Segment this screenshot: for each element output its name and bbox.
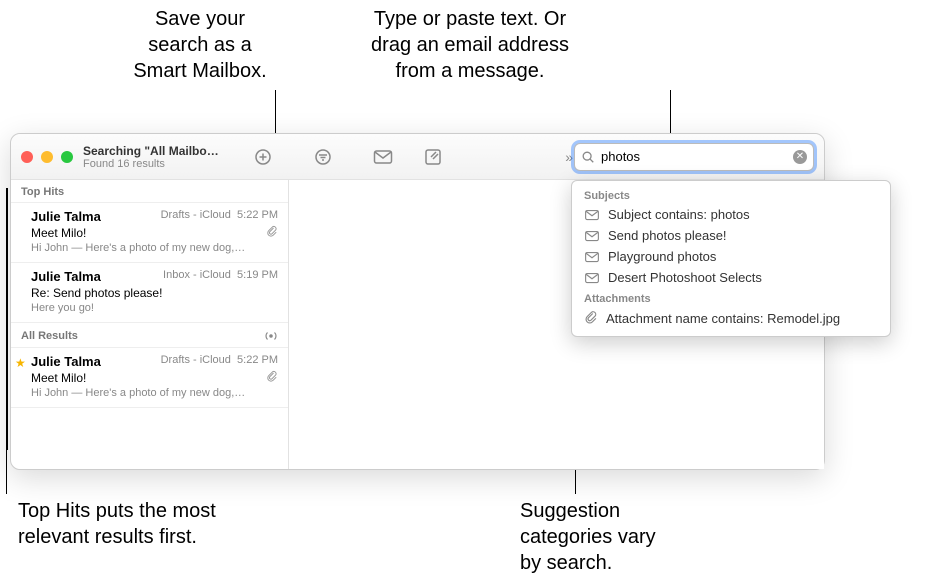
suggestions-header-subjects: Subjects [572, 185, 890, 204]
preview: Hi John — Here's a photo of my new dog,… [31, 387, 278, 399]
close-window-button[interactable] [21, 151, 33, 163]
callout-smart-mailbox: Save your search as a Smart Mailbox. [100, 6, 300, 84]
compose-button[interactable] [419, 143, 447, 171]
section-label: Top Hits [21, 186, 64, 198]
meta: Drafts - iCloud 5:22 PM [161, 354, 278, 369]
suggestion-text: Send photos please! [608, 228, 727, 243]
titlebar: Searching "All Mailbo… Found 16 results … [11, 134, 824, 180]
suggestion-text: Attachment name contains: Remodel.jpg [606, 311, 840, 326]
list-item[interactable]: Julie Talma Inbox - iCloud 5:19 PM Re: S… [11, 263, 288, 323]
window-title-group: Searching "All Mailbo… Found 16 results [83, 144, 243, 170]
list-item[interactable]: Julie Talma Drafts - iCloud 5:22 PM Meet… [11, 203, 288, 263]
sender: Julie Talma [31, 269, 101, 284]
traffic-lights [21, 151, 73, 163]
meta: Inbox - iCloud 5:19 PM [163, 269, 278, 284]
star-icon: ★ [15, 356, 26, 370]
search-suggestions-popup: Subjects Subject contains: photos Send p… [571, 180, 891, 337]
callout-bracket [6, 188, 8, 450]
minimize-window-button[interactable] [41, 151, 53, 163]
callout-suggestion-categories: Suggestion categories vary by search. [520, 498, 720, 576]
new-message-icon[interactable] [369, 143, 397, 171]
window-title: Searching "All Mailbo… [83, 144, 243, 158]
search-input[interactable] [595, 149, 793, 164]
clear-search-button[interactable]: ✕ [793, 150, 807, 164]
section-top-hits: Top Hits [11, 180, 288, 203]
suggestion-item[interactable]: Attachment name contains: Remodel.jpg [572, 307, 890, 330]
search-field[interactable]: ✕ [574, 143, 814, 171]
search-icon [581, 150, 595, 164]
suggestion-item[interactable]: Send photos please! [572, 225, 890, 246]
window-subtitle: Found 16 results [83, 158, 243, 170]
mail-icon [584, 230, 600, 242]
preview: Here you go! [31, 302, 278, 314]
subject: Re: Send photos please! [31, 286, 162, 300]
filter-button[interactable] [309, 143, 337, 171]
callout-line [6, 450, 7, 494]
subject: Meet Milo! [31, 371, 86, 385]
section-all-results: All Results [11, 323, 288, 348]
callout-top-hits: Top Hits puts the most relevant results … [18, 498, 278, 550]
attachment-icon [266, 370, 278, 385]
message-list-pane: Top Hits Julie Talma Drafts - iCloud 5:2… [11, 180, 289, 469]
suggestion-item[interactable]: Playground photos [572, 246, 890, 267]
attachment-icon [266, 225, 278, 240]
suggestion-text: Playground photos [608, 249, 716, 264]
mail-window: Searching "All Mailbo… Found 16 results … [10, 133, 825, 470]
list-item[interactable]: ★ Julie Talma Drafts - iCloud 5:22 PM Me… [11, 348, 288, 408]
suggestions-header-attachments: Attachments [572, 288, 890, 307]
sender: Julie Talma [31, 354, 101, 369]
suggestion-text: Subject contains: photos [608, 207, 750, 222]
mail-icon [584, 272, 600, 284]
suggestion-text: Desert Photoshoot Selects [608, 270, 762, 285]
zoom-window-button[interactable] [61, 151, 73, 163]
preview: Hi John — Here's a photo of my new dog,… [31, 242, 278, 254]
section-label: All Results [21, 330, 78, 342]
attachment-icon [584, 310, 598, 327]
suggestion-item[interactable]: Desert Photoshoot Selects [572, 267, 890, 288]
sender: Julie Talma [31, 209, 101, 224]
subject: Meet Milo! [31, 226, 86, 240]
mail-icon [584, 251, 600, 263]
relay-icon [264, 329, 278, 343]
save-smart-mailbox-button[interactable] [249, 143, 277, 171]
callout-line [275, 90, 276, 135]
mail-icon [584, 209, 600, 221]
callout-search-hint: Type or paste text. Or drag an email add… [340, 6, 600, 84]
suggestion-item[interactable]: Subject contains: photos [572, 204, 890, 225]
meta: Drafts - iCloud 5:22 PM [161, 209, 278, 224]
toolbar-overflow-icon[interactable]: » [565, 149, 568, 165]
